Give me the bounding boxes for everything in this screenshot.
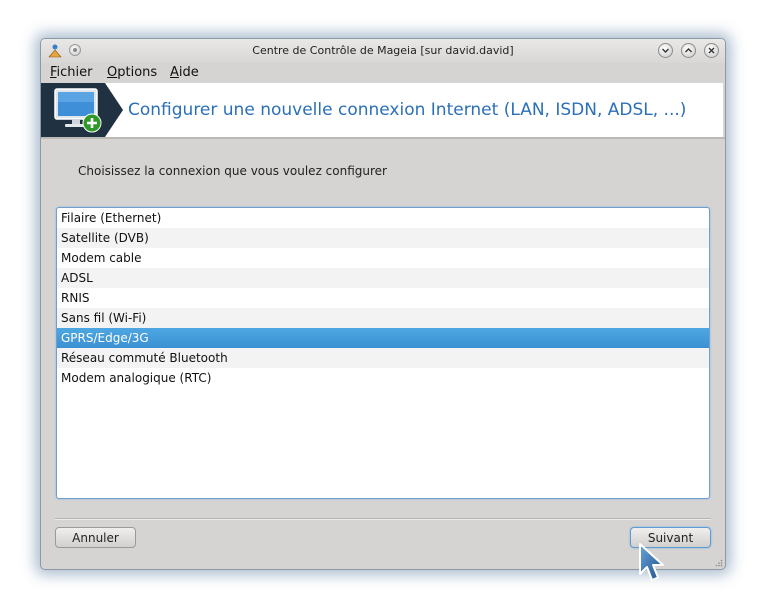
list-item[interactable]: Modem analogique (RTC) <box>57 368 709 388</box>
list-item[interactable]: Satellite (DVB) <box>57 228 709 248</box>
window-title: Centre de Contrôle de Mageia [sur david.… <box>252 44 514 57</box>
wizard-header: Configurer une nouvelle connexion Intern… <box>41 83 723 137</box>
close-button[interactable] <box>704 43 719 58</box>
list-item[interactable]: Sans fil (Wi-Fi) <box>57 308 709 328</box>
maximize-button[interactable] <box>681 43 696 58</box>
header-separator <box>41 137 725 139</box>
list-item[interactable]: ADSL <box>57 268 709 288</box>
resize-grip-icon[interactable] <box>715 559 723 567</box>
mouse-pointer-icon <box>639 543 664 581</box>
prompt-label: Choisissez la connexion que vous voulez … <box>78 164 387 178</box>
connection-type-list[interactable]: Filaire (Ethernet) Satellite (DVB) Modem c… <box>56 207 710 499</box>
header-title: Configurer une nouvelle connexion Intern… <box>128 100 687 120</box>
menu-bar: Fichier Options Aide <box>41 63 725 83</box>
list-item[interactable]: RNIS <box>57 288 709 308</box>
cancel-button[interactable]: Annuler <box>55 527 136 548</box>
list-item[interactable]: GPRS/Edge/3G <box>57 328 709 348</box>
monitor-plus-icon <box>54 88 102 133</box>
list-item[interactable]: Filaire (Ethernet) <box>57 208 709 228</box>
title-bar[interactable]: Centre de Contrôle de Mageia [sur david.… <box>41 39 725 63</box>
menu-fichier[interactable]: Fichier <box>50 65 93 80</box>
footer-separator <box>55 518 711 520</box>
list-item[interactable]: Modem cable <box>57 248 709 268</box>
menu-options[interactable]: Options <box>107 65 157 80</box>
menu-aide[interactable]: Aide <box>170 65 199 80</box>
close-icon <box>708 47 715 54</box>
main-window: Centre de Contrôle de Mageia [sur david.… <box>40 38 726 570</box>
minimize-button[interactable] <box>658 43 673 58</box>
chevron-down-icon <box>662 48 669 53</box>
chevron-up-icon <box>685 48 692 53</box>
list-item[interactable]: Réseau commuté Bluetooth <box>57 348 709 368</box>
